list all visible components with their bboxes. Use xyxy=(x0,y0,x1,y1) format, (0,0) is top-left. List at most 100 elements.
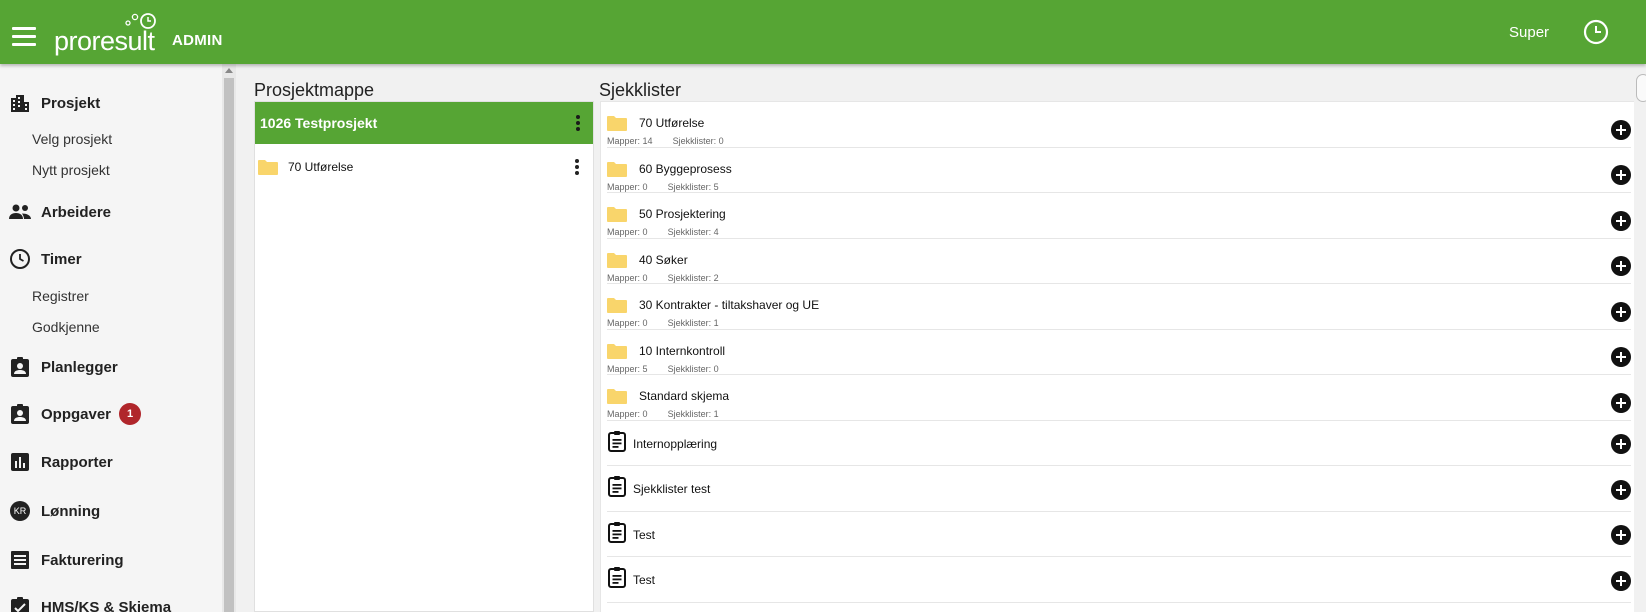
checklist-row[interactable]: Internopplæring xyxy=(607,421,1631,466)
checklist-folder-row[interactable]: 50 Prosjektering Mapper: 0 Sjekklister: 4 xyxy=(607,193,1631,239)
checklist-count: Sjekklister: 0 xyxy=(668,364,719,374)
people-icon xyxy=(8,200,32,224)
sjekklister-value: 5 xyxy=(713,181,719,192)
folder-name: 10 Internkontroll xyxy=(639,343,726,358)
mapper-label: Mapper: xyxy=(607,318,641,328)
sidebar-item-planlegger[interactable]: Planlegger xyxy=(0,350,222,384)
add-circle-icon[interactable] xyxy=(1611,347,1631,368)
sjekklister-label: Sjekklister: xyxy=(672,136,717,146)
sidebar-subitem-registrer[interactable]: Registrer xyxy=(32,288,89,304)
scroll-up-arrow-icon[interactable] xyxy=(225,68,233,73)
sjekklister-value: 0 xyxy=(713,363,719,374)
checklist-folder-row[interactable]: 40 Søker Mapper: 0 Sjekklister: 2 xyxy=(607,239,1631,284)
kr-icon: KR xyxy=(8,499,32,523)
folder-name: 70 Utførelse xyxy=(639,116,705,130)
clipboard-list-icon xyxy=(608,566,626,593)
checklist-row[interactable]: Test xyxy=(607,512,1631,557)
mapper-value: 0 xyxy=(642,227,648,237)
top-app-bar: proresult ADMIN Super xyxy=(0,0,1646,64)
panel-edge-handle[interactable] xyxy=(1636,74,1646,102)
mapper-count: Mapper: 14 xyxy=(607,136,653,146)
notification-badge: 1 xyxy=(119,403,142,425)
add-circle-icon[interactable] xyxy=(1611,119,1631,140)
sidebar-item-lonning[interactable]: KR Lønning xyxy=(0,494,222,528)
mapper-label: Mapper: xyxy=(607,363,641,374)
folder-icon xyxy=(607,115,627,136)
mapper-label: Mapper: xyxy=(607,409,641,419)
folder-icon xyxy=(607,388,627,409)
folder-item[interactable]: 70 Utførelse xyxy=(255,144,593,190)
add-circle-icon[interactable] xyxy=(1611,525,1631,546)
folder-icon xyxy=(607,206,627,227)
add-circle-icon[interactable] xyxy=(1611,165,1631,186)
add-circle-icon[interactable] xyxy=(1611,570,1631,591)
sidebar-item-fakturering[interactable]: Fakturering xyxy=(0,543,222,577)
add-circle-icon[interactable] xyxy=(1611,301,1631,322)
clock-icon[interactable] xyxy=(1583,19,1609,45)
checklist-name: Sjekklister test xyxy=(633,482,711,496)
menu-icon[interactable] xyxy=(12,27,36,46)
checklist-count: Sjekklister: 5 xyxy=(668,182,719,192)
mapper-value: 0 xyxy=(642,409,648,419)
sidebar-item-oppgaver[interactable]: Oppgaver 1 xyxy=(0,397,222,431)
folder-name: 60 Byggeprosess xyxy=(639,161,732,176)
checklist-folder-row[interactable]: Standard skjema Mapper: 0 Sjekklister: 1 xyxy=(607,375,1631,421)
sjekklister-value: 1 xyxy=(713,318,719,328)
sidebar-subitem-velg-prosjekt[interactable]: Velg prosjekt xyxy=(32,131,112,147)
checklist-row[interactable]: Sjekklister test xyxy=(607,466,1631,512)
admin-label: ADMIN xyxy=(172,32,223,49)
folder-icon xyxy=(607,252,627,273)
checklist-folder-row[interactable]: 10 Internkontroll Mapper: 5 Sjekklister: 0 xyxy=(607,330,1631,375)
folder-icon xyxy=(607,343,627,364)
folder-meta: Mapper: 5 Sjekklister: 0 xyxy=(607,364,739,374)
folder-meta: Mapper: 0 Sjekklister: 4 xyxy=(607,227,739,237)
clock-icon xyxy=(8,247,32,271)
checklist-folder-row[interactable]: 60 Byggeprosess Mapper: 0 Sjekklister: 5 xyxy=(607,148,1631,193)
sjekklister-value: 2 xyxy=(713,272,719,283)
sidebar-item-label: Planlegger xyxy=(41,358,118,376)
sidebar-item-rapporter[interactable]: Rapporter xyxy=(0,445,222,479)
checklist-row[interactable]: Test xyxy=(607,557,1631,603)
checklist-count: Sjekklister: 2 xyxy=(668,273,719,283)
mapper-count: Mapper: 0 xyxy=(607,182,648,192)
checklist-folder-row[interactable]: 30 Kontrakter - tiltakshaver og UE Mapper… xyxy=(607,284,1631,330)
assignment-ind-icon xyxy=(8,402,32,426)
assignment-ind-icon xyxy=(8,355,32,379)
mapper-count: Mapper: 0 xyxy=(607,273,648,283)
folder-meta: Mapper: 14 Sjekklister: 0 xyxy=(607,136,744,146)
sidebar-item-label: Arbeidere xyxy=(41,203,112,221)
clipboard-list-icon xyxy=(608,521,626,548)
logo-dots-icon xyxy=(125,13,156,29)
sidebar-scrollbar[interactable] xyxy=(222,64,236,612)
add-circle-icon[interactable] xyxy=(1611,210,1631,231)
checklist-name: Internopplæring xyxy=(633,436,718,451)
scrollbar-thumb[interactable] xyxy=(224,78,234,612)
add-circle-icon[interactable] xyxy=(1611,256,1631,277)
add-circle-icon[interactable] xyxy=(1611,434,1631,455)
add-circle-icon[interactable] xyxy=(1611,392,1631,413)
mapper-count: Mapper: 5 xyxy=(607,364,648,374)
sjekklister-label: Sjekklister: xyxy=(667,363,712,374)
folder-icon xyxy=(607,161,627,182)
mapper-count: Mapper: 0 xyxy=(607,227,648,237)
sidebar-item-hms[interactable]: HMS/KS & Skjema xyxy=(0,590,222,612)
user-name[interactable]: Super xyxy=(1509,24,1549,41)
sidebar-subitem-godkjenne[interactable]: Godkjenne xyxy=(32,319,100,335)
checklist-count: Sjekklister: 1 xyxy=(668,318,719,328)
sidebar-item-timer[interactable]: Timer xyxy=(0,242,222,276)
sjekklister-value: 4 xyxy=(713,227,719,237)
sidebar-item-prosjekt[interactable]: Prosjekt xyxy=(0,86,222,120)
sidebar-item-arbeidere[interactable]: Arbeidere xyxy=(0,195,222,229)
sjekklister-label: Sjekklister: xyxy=(667,181,712,192)
sidebar-item-label: Fakturering xyxy=(41,551,124,569)
add-circle-icon[interactable] xyxy=(1611,479,1631,500)
sidebar-subitem-nytt-prosjekt[interactable]: Nytt prosjekt xyxy=(32,162,110,178)
more-vert-icon[interactable] xyxy=(573,113,583,133)
folder-meta: Mapper: 0 Sjekklister: 1 xyxy=(607,409,739,419)
project-header[interactable]: 1026 Testprosjekt xyxy=(255,102,593,144)
mapper-value: 0 xyxy=(642,272,648,283)
more-vert-icon[interactable] xyxy=(572,157,582,177)
bar-chart-icon xyxy=(8,450,32,474)
sidebar-item-label: Prosjekt xyxy=(41,94,101,112)
checklist-folder-row[interactable]: 70 Utførelse Mapper: 14 Sjekklister: 0 xyxy=(607,102,1631,148)
